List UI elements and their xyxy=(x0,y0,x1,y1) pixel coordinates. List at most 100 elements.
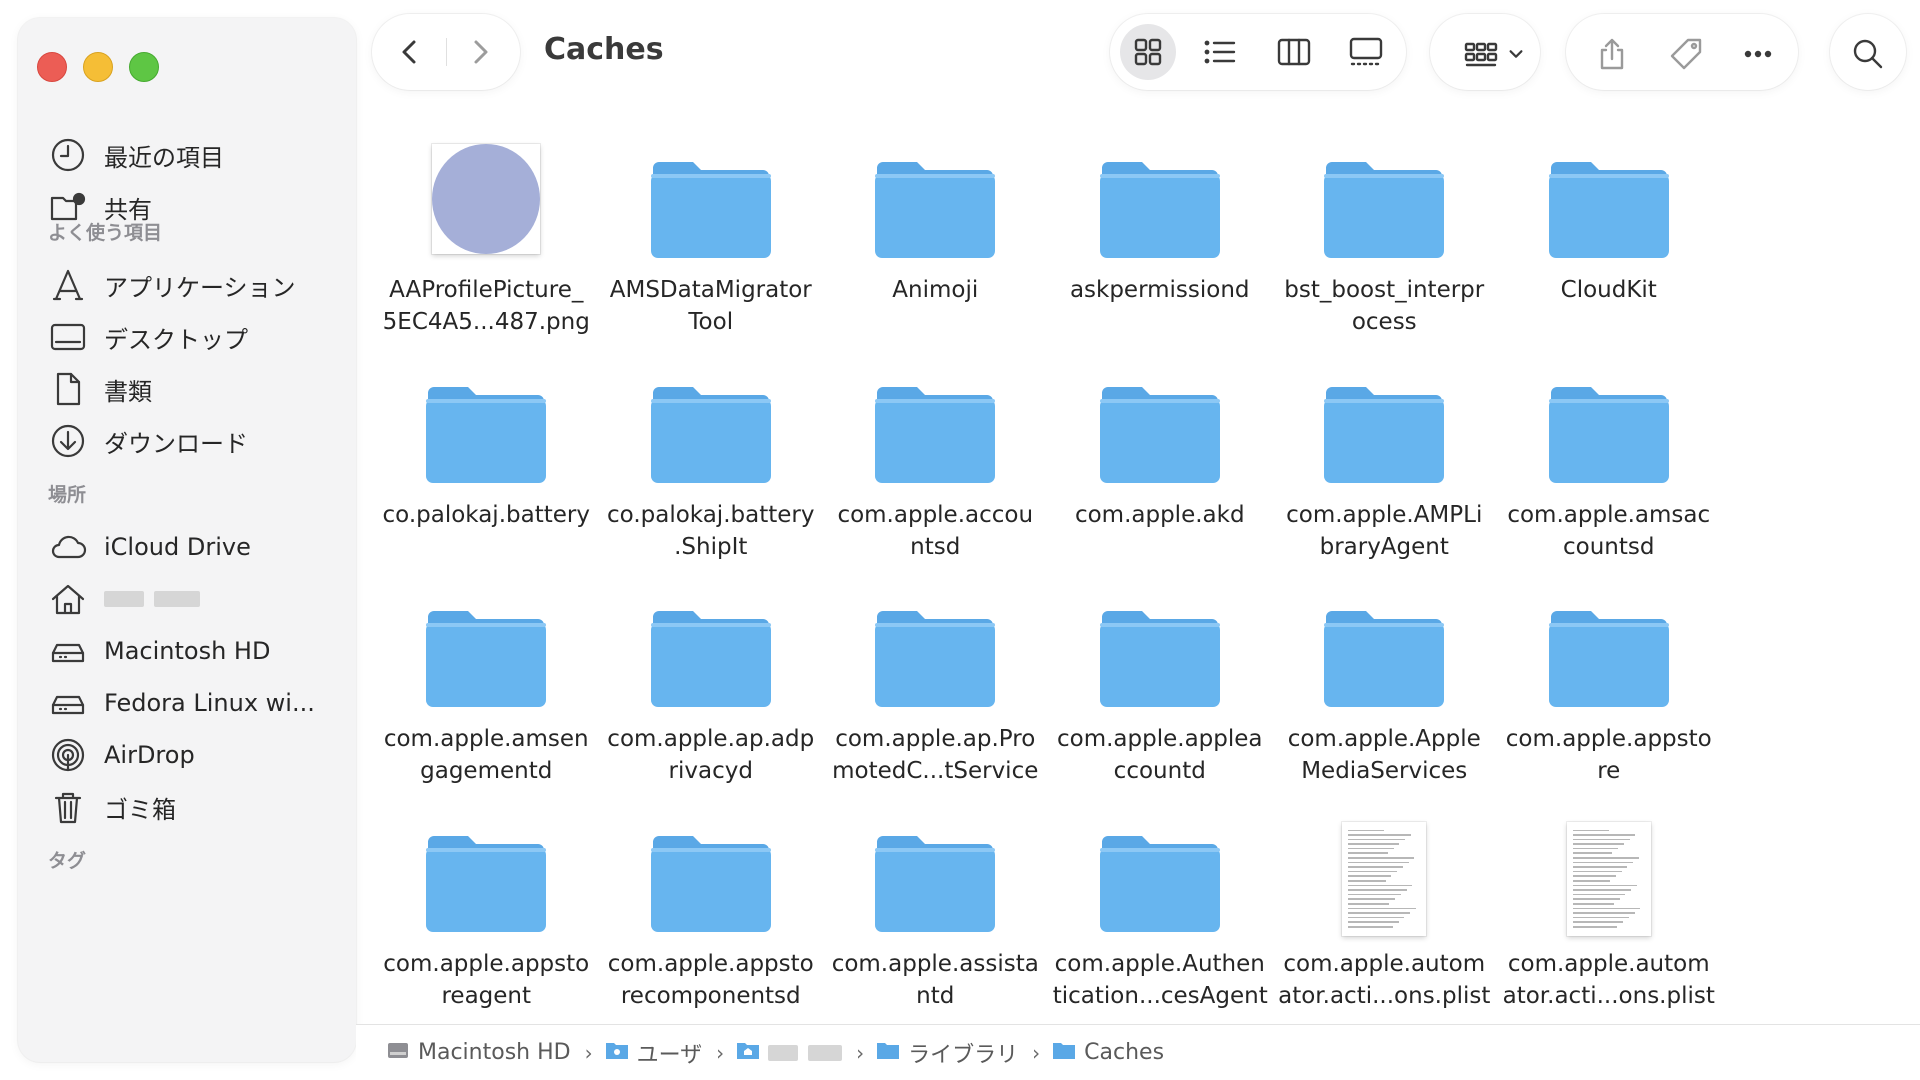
sidebar-item-label: デスクトップ xyxy=(104,325,248,354)
file-name: com.apple.amsac countsd xyxy=(1507,501,1711,560)
sidebar-item-trash[interactable]: ゴミ箱 xyxy=(46,782,346,832)
sidebar-item-label: Fedora Linux wi... xyxy=(104,689,315,717)
sidebar-item-desktop[interactable]: デスクトップ xyxy=(46,312,346,362)
file-name: com.apple.ap.Pro motedC...tService xyxy=(832,726,1039,784)
sidebar-item-icloud-drive[interactable]: iCloud Drive xyxy=(46,522,346,572)
more-button[interactable] xyxy=(1738,34,1778,74)
folder-icon xyxy=(646,357,776,487)
sidebar-item-fedora[interactable]: Fedora Linux wi... xyxy=(46,678,346,728)
file-item[interactable]: Animoji xyxy=(823,128,1048,353)
sidebar-item-label: iCloud Drive xyxy=(104,533,251,561)
file-item[interactable]: bst_boost_interpr ocess xyxy=(1272,128,1497,353)
zoom-button[interactable] xyxy=(129,52,159,82)
file-item[interactable]: co.palokaj.battery .ShipIt xyxy=(599,353,824,578)
file-item[interactable]: com.apple.AMPLi braryAgent xyxy=(1272,353,1497,578)
file-item[interactable]: CloudKit xyxy=(1497,128,1722,353)
window-title: Caches xyxy=(544,32,664,67)
sidebar-item-documents[interactable]: 書類 xyxy=(46,364,346,414)
path-crumb[interactable]: Caches xyxy=(1052,1040,1164,1066)
file-name: com.apple.ap.adp rivacyd xyxy=(607,726,815,784)
file-item[interactable]: com.apple.applea ccountd xyxy=(1048,577,1273,802)
path-crumb-label: ライブラリ xyxy=(908,1042,1019,1068)
file-item[interactable]: com.apple.accou ntsd xyxy=(823,353,1048,578)
list-view-button[interactable] xyxy=(1192,24,1248,80)
file-item[interactable]: AMSDataMigrator Tool xyxy=(599,128,824,353)
path-bar: Macintosh HD › ユーザ › › ライブラリ › Caches xyxy=(356,1024,1920,1080)
file-name: com.apple.autom ator.acti...ons.plist xyxy=(1502,950,1715,1009)
file-name: co.palokaj.battery xyxy=(382,501,590,528)
sidebar-item-label: ダウンロード xyxy=(104,429,248,458)
file-item[interactable]: com.apple.ap.adp rivacyd xyxy=(599,577,824,802)
tag-button[interactable] xyxy=(1666,34,1706,74)
file-item[interactable]: askpermissiond xyxy=(1048,128,1273,353)
path-crumb[interactable]: › xyxy=(736,1040,870,1066)
path-crumb-label: ユーザ xyxy=(636,1042,703,1068)
file-name: Animoji xyxy=(892,277,979,303)
folder-icon xyxy=(646,581,776,711)
file-item[interactable]: com.apple.appsto recomponentsd xyxy=(599,802,824,1027)
locations-header: 場所 xyxy=(48,484,87,506)
close-button[interactable] xyxy=(37,52,67,82)
drive-icon xyxy=(386,1040,410,1066)
folder-icon xyxy=(1095,806,1225,936)
file-item[interactable]: com.apple.akd xyxy=(1048,353,1273,578)
sidebar-item-airdrop[interactable]: AirDrop xyxy=(46,730,346,780)
list-icon xyxy=(1204,40,1236,64)
file-item[interactable]: com.apple.autom ator.acti...ons.plist xyxy=(1272,802,1497,1027)
file-item[interactable]: com.apple.assista ntd xyxy=(823,802,1048,1027)
file-item[interactable]: com.apple.Authen tication...cesAgent xyxy=(1048,802,1273,1027)
search-button[interactable] xyxy=(1830,14,1906,90)
file-name: com.apple.appsto reagent xyxy=(383,950,590,1009)
file-item[interactable]: com.apple.autom ator.acti...ons.plist xyxy=(1497,802,1722,1027)
share-button[interactable] xyxy=(1592,34,1632,74)
home-folder-icon xyxy=(736,1040,760,1066)
favorites-header: よく使う項目 xyxy=(48,222,163,244)
tag-icon xyxy=(1670,38,1702,70)
back-button[interactable] xyxy=(390,32,430,72)
plist-document-icon xyxy=(1319,806,1449,936)
forward-button[interactable] xyxy=(460,32,500,72)
gallery-view-button[interactable] xyxy=(1338,24,1394,80)
chevron-down-icon xyxy=(1506,34,1526,74)
file-item[interactable]: com.apple.ap.Pro motedC...tService xyxy=(823,577,1048,802)
icon-view-button[interactable] xyxy=(1120,24,1176,80)
sidebar-item-macintosh-hd[interactable]: Macintosh HD xyxy=(46,626,346,676)
sidebar-item-label: ゴミ箱 xyxy=(104,795,176,824)
home-icon xyxy=(46,577,90,621)
sidebar-item-downloads[interactable]: ダウンロード xyxy=(46,416,346,466)
share-icon xyxy=(1600,38,1624,70)
file-name: askpermissiond xyxy=(1069,277,1250,303)
file-name: com.apple.akd xyxy=(1074,501,1245,528)
redacted-username xyxy=(768,1044,843,1061)
chevron-right-icon: › xyxy=(1032,1040,1041,1065)
file-name: com.apple.assista ntd xyxy=(831,950,1039,1009)
file-item[interactable]: com.apple.amsac countsd xyxy=(1497,353,1722,578)
path-crumb[interactable]: ライブラリ › xyxy=(876,1037,1046,1069)
path-crumb[interactable]: Macintosh HD › xyxy=(386,1040,599,1066)
column-view-button[interactable] xyxy=(1266,24,1322,80)
folder-icon xyxy=(870,806,1000,936)
file-name: com.apple.applea ccountd xyxy=(1056,726,1263,784)
plist-document-icon xyxy=(1544,806,1674,936)
sidebar-item-label: 書類 xyxy=(104,377,152,406)
minimize-button[interactable] xyxy=(83,52,113,82)
file-item[interactable]: com.apple.appsto reagent xyxy=(374,802,599,1027)
download-icon xyxy=(46,419,90,463)
image-thumbnail-icon xyxy=(421,132,551,262)
sidebar-item-recents[interactable]: 最近の項目 xyxy=(46,130,346,180)
columns-icon xyxy=(1277,38,1311,66)
group-grid-icon xyxy=(1456,34,1506,74)
path-crumb[interactable]: ユーザ › xyxy=(605,1037,731,1069)
sidebar-item-home[interactable] xyxy=(46,574,346,624)
file-item[interactable]: com.apple.amsen gagementd xyxy=(374,577,599,802)
file-item[interactable]: co.palokaj.battery xyxy=(374,353,599,578)
file-item[interactable]: com.apple.Apple MediaServices xyxy=(1272,577,1497,802)
search-icon xyxy=(1848,34,1888,74)
sidebar-item-applications[interactable]: アプリケーション xyxy=(46,260,346,310)
ellipsis-icon xyxy=(1744,50,1772,58)
group-button[interactable] xyxy=(1430,14,1540,90)
file-item[interactable]: AAProfilePicture_ 5EC4A5...487.png xyxy=(374,128,599,353)
sidebar: 最近の項目 共有 よく使う項目 アプリケーション デスクトップ 書類 ダウンロー… xyxy=(18,18,356,1062)
airdrop-icon xyxy=(46,733,90,777)
file-item[interactable]: com.apple.appsto re xyxy=(1497,577,1722,802)
